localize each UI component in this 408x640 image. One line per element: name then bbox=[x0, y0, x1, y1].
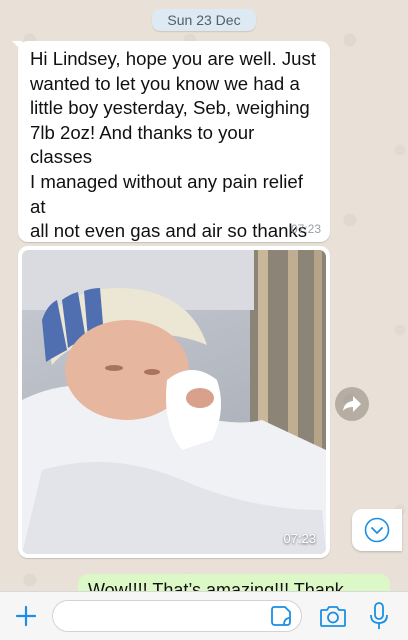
date-separator: Sun 23 Dec bbox=[152, 9, 256, 31]
message-time: 07:23 bbox=[290, 222, 321, 236]
photo-time: 07:23 bbox=[283, 531, 316, 546]
plus-icon bbox=[15, 605, 37, 627]
photo-image bbox=[22, 250, 326, 554]
scroll-to-bottom-button[interactable] bbox=[352, 509, 402, 551]
microphone-icon[interactable] bbox=[368, 601, 390, 631]
date-separator-label: Sun 23 Dec bbox=[167, 12, 241, 28]
composer-bar bbox=[0, 591, 408, 640]
forward-button[interactable] bbox=[335, 387, 369, 421]
incoming-photo-bubble[interactable]: 07:23 bbox=[18, 246, 330, 558]
attach-button[interactable] bbox=[12, 602, 40, 630]
photo-newborn-baby[interactable]: 07:23 bbox=[22, 250, 326, 554]
forward-arrow-icon bbox=[343, 396, 361, 412]
sticker-icon[interactable] bbox=[270, 605, 292, 627]
camera-icon[interactable] bbox=[319, 603, 347, 629]
chevron-down-icon bbox=[364, 517, 390, 543]
message-input[interactable] bbox=[52, 600, 302, 632]
incoming-message-bubble[interactable]: Hi Lindsey, hope you are well. Just want… bbox=[18, 41, 330, 290]
